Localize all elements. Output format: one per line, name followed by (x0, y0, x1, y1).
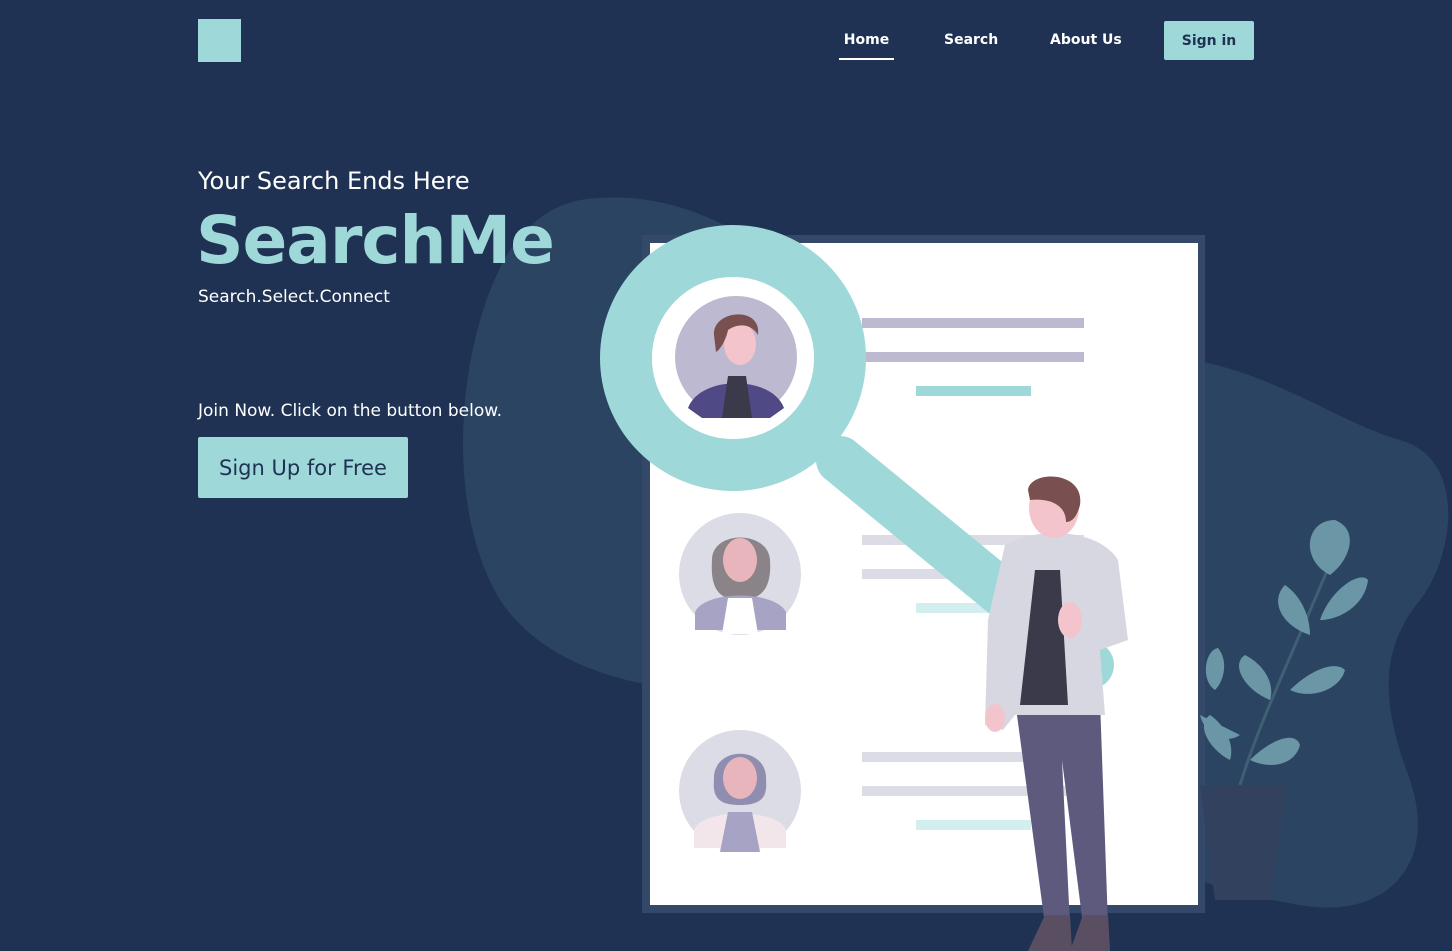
signin-button[interactable]: Sign in (1164, 21, 1254, 60)
background-blob-right (1150, 355, 1449, 908)
hero-subtitle: Search.Select.Connect (198, 287, 390, 307)
brand-title: SearchMe (196, 202, 555, 279)
nav-home-link[interactable]: Home (839, 31, 894, 60)
document-page (650, 243, 1198, 905)
hero-tagline: Your Search Ends Here (198, 167, 470, 195)
nav-search-link[interactable]: Search (944, 31, 998, 60)
avatar-woman-1 (679, 513, 801, 635)
person-legs (1015, 700, 1108, 925)
avatar-man (675, 296, 797, 418)
join-text: Join Now. Click on the button below. (198, 401, 502, 421)
nav-about-link[interactable]: About Us (1050, 31, 1122, 60)
magnifier-handle (816, 436, 1114, 689)
logo[interactable] (198, 19, 241, 62)
person-jacket (985, 533, 1128, 730)
signup-button[interactable]: Sign Up for Free (198, 437, 408, 498)
plant-pot (1200, 785, 1287, 900)
document-shadow (642, 235, 1205, 913)
avatar-woman-2 (679, 730, 801, 852)
magnifier-ring (600, 225, 866, 491)
